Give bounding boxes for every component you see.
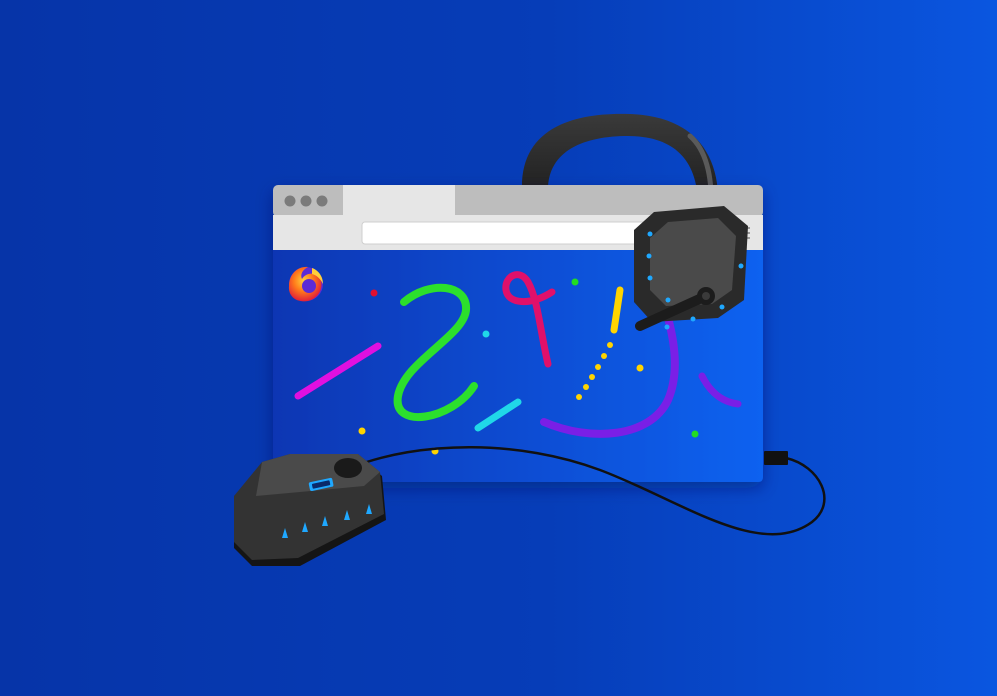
illustration-canvas (234, 113, 826, 566)
window-dot-icon (284, 195, 296, 207)
gaming-mouse-icon (234, 454, 386, 566)
illustration-scene (0, 0, 997, 696)
window-dot-icon (316, 195, 328, 207)
window-dot-icon (300, 195, 312, 207)
usb-plug-icon (764, 451, 788, 465)
window-controls (284, 195, 328, 207)
address-bar (361, 221, 657, 245)
browser-active-tab (343, 185, 455, 217)
